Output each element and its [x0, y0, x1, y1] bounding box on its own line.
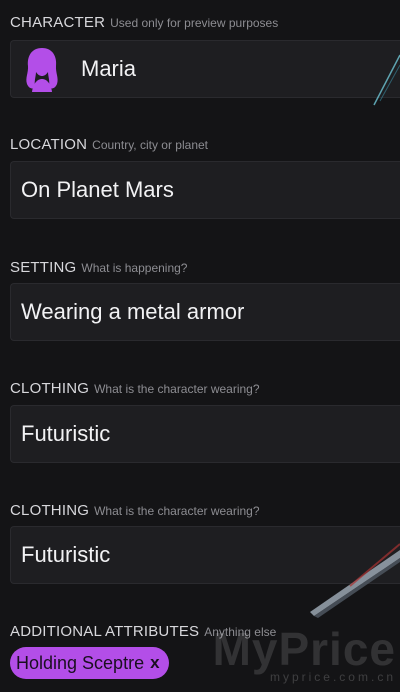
clothing-label-2: CLOTHING [10, 502, 90, 519]
setting-section: SETTING What is happening? [10, 259, 400, 276]
clothing-section-1: CLOTHING What is the character wearing? [10, 380, 400, 397]
additional-label: ADDITIONAL ATTRIBUTES [10, 623, 200, 640]
setting-hint: What is happening? [81, 261, 188, 275]
location-label: LOCATION [10, 136, 88, 153]
watermark: MyPrice myprice.com.cn [213, 626, 396, 684]
character-label-row: CHARACTER Used only for preview purposes [10, 14, 400, 31]
clothing-input-1[interactable]: Futuristic [10, 405, 400, 463]
character-label: CHARACTER [10, 14, 106, 31]
clothing-label-row-2: CLOTHING What is the character wearing? [10, 502, 400, 519]
attribute-tag-label: Holding Sceptre [16, 652, 145, 673]
blade-decoration-bottom [310, 520, 400, 620]
setting-label-row: SETTING What is happening? [10, 259, 400, 276]
blade-decoration-top [360, 51, 400, 111]
setting-value: Wearing a metal armor [21, 299, 245, 324]
remove-tag-button[interactable]: x [150, 653, 159, 673]
location-section: LOCATION Country, city or planet [10, 136, 400, 153]
location-label-row: LOCATION Country, city or planet [10, 136, 400, 153]
location-input[interactable]: On Planet Mars [10, 161, 400, 219]
clothing-section-2: CLOTHING What is the character wearing? [10, 502, 400, 519]
location-hint: Country, city or planet [92, 138, 208, 152]
clothing-hint-2: What is the character wearing? [94, 504, 260, 518]
character-name: Maria [81, 56, 137, 81]
character-field[interactable]: Maria [10, 40, 400, 106]
setting-label: SETTING [10, 259, 77, 276]
watermark-main: MyPrice [212, 623, 396, 675]
clothing-label-1: CLOTHING [10, 380, 90, 397]
character-form: CHARACTER Used only for preview purposes… [0, 0, 400, 692]
clothing-value-2: Futuristic [21, 542, 111, 567]
clothing-hint-1: What is the character wearing? [94, 382, 260, 396]
clothing-value-1: Futuristic [21, 421, 111, 446]
clothing-label-row-1: CLOTHING What is the character wearing? [10, 380, 400, 397]
attribute-tag[interactable]: Holding Sceptre x [10, 647, 169, 679]
location-value: On Planet Mars [21, 177, 174, 202]
setting-input[interactable]: Wearing a metal armor [10, 283, 400, 341]
woman-silhouette-icon [19, 46, 65, 92]
character-hint: Used only for preview purposes [110, 16, 279, 30]
character-section: CHARACTER Used only for preview purposes [10, 14, 400, 31]
